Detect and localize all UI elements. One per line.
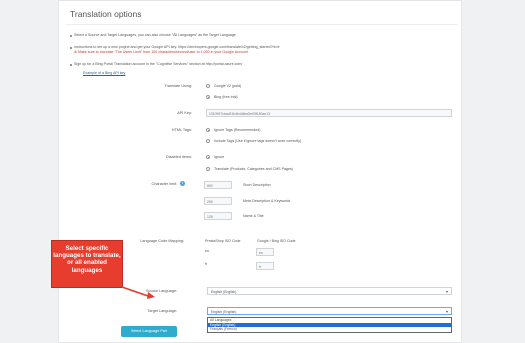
bullet-icon xyxy=(70,46,72,49)
info-box: Select a Source and Target Languages, yo… xyxy=(70,30,458,80)
option-include-tags: Include Tags (Use if ignore tags doesn't… xyxy=(214,139,302,143)
char-limit-short-input[interactable]: 800 xyxy=(204,181,232,189)
html-tags-label: HTML Tags: xyxy=(171,128,192,132)
source-language-select[interactable]: English (English) xyxy=(207,287,452,295)
info-line-2b-warning: ⊗ Make sure to increase "The Users Limit… xyxy=(74,50,248,54)
bullet-icon xyxy=(70,63,72,66)
option-google: Google V2 (paid) xyxy=(214,84,242,88)
option-bing: Bing (free trial) xyxy=(214,95,238,99)
annotation-arrow-icon xyxy=(121,286,155,299)
select-language-pair-button[interactable]: Select Language Pair xyxy=(121,326,177,337)
translate-using-label: Translate Using: xyxy=(164,84,192,88)
char-limit-name-desc: Name & Title xyxy=(243,214,264,218)
target-language-dropdown: All Languages English (English) Français… xyxy=(207,317,452,333)
target-language-value: English (English) xyxy=(211,309,237,314)
info-line-1: Select a Source and Target Languages, yo… xyxy=(74,33,236,37)
radio-bing[interactable] xyxy=(206,95,210,99)
char-limit-meta-input[interactable]: 255 xyxy=(204,197,232,205)
character-limit-label: Character limit: xyxy=(151,182,177,186)
info-line-2a: Instructions to set up a new project and… xyxy=(74,45,280,49)
chevron-down-icon xyxy=(446,310,448,313)
annotation-callout: Select specific languages to translate, … xyxy=(51,240,123,288)
source-language-value: English (English) xyxy=(211,289,237,294)
target-language-label: Target Language: xyxy=(147,309,177,313)
bullet-icon xyxy=(70,34,72,37)
option-translate-disabled: Translate (Products, Categories and CMS … xyxy=(214,167,293,171)
info-line-3: Sign up for a Bing Portal Translation ac… xyxy=(74,62,243,66)
char-limit-meta-desc: Meta Description & Keywords xyxy=(243,199,291,203)
api-key-input[interactable]: 1310997cbad31b4b4d6ed2e09f150ae13 xyxy=(206,109,452,117)
chevron-down-icon xyxy=(446,290,448,293)
title-divider xyxy=(66,24,458,25)
api-key-label: API Key: xyxy=(177,111,192,115)
mapping-iso-en: en xyxy=(205,249,209,253)
dropdown-option-french[interactable]: Français (French) xyxy=(208,327,451,332)
option-ignore-tags: Ignore Tags (Recommended) xyxy=(214,128,261,132)
option-ignore-disabled: Ignore xyxy=(214,155,225,159)
radio-translate-disabled[interactable] xyxy=(206,167,210,171)
disabled-items-label: Disabled items: xyxy=(166,155,192,159)
mapping-input-en[interactable]: en xyxy=(256,248,274,256)
radio-ignore-tags[interactable] xyxy=(206,128,210,132)
radio-include-tags[interactable] xyxy=(206,139,210,143)
radio-ignore-disabled[interactable] xyxy=(206,155,210,159)
example-bing-key-link[interactable]: Example of a Bing API key xyxy=(83,71,125,75)
panel-title: Translation options xyxy=(70,9,142,19)
mapping-input-fr[interactable]: fr xyxy=(256,262,274,270)
char-limit-name-input[interactable]: 128 xyxy=(204,212,232,220)
char-limit-short-desc: Short Description xyxy=(243,183,271,187)
target-language-select[interactable]: English (English) xyxy=(207,307,452,315)
mapping-iso-fr: fr xyxy=(205,262,208,266)
radio-google[interactable] xyxy=(206,84,210,88)
info-icon[interactable]: i xyxy=(180,181,185,186)
mapping-col-prestashop: PrestaShop ISO Code xyxy=(205,239,241,243)
mapping-col-google-bing: Google / Bing ISO Code xyxy=(257,239,296,243)
